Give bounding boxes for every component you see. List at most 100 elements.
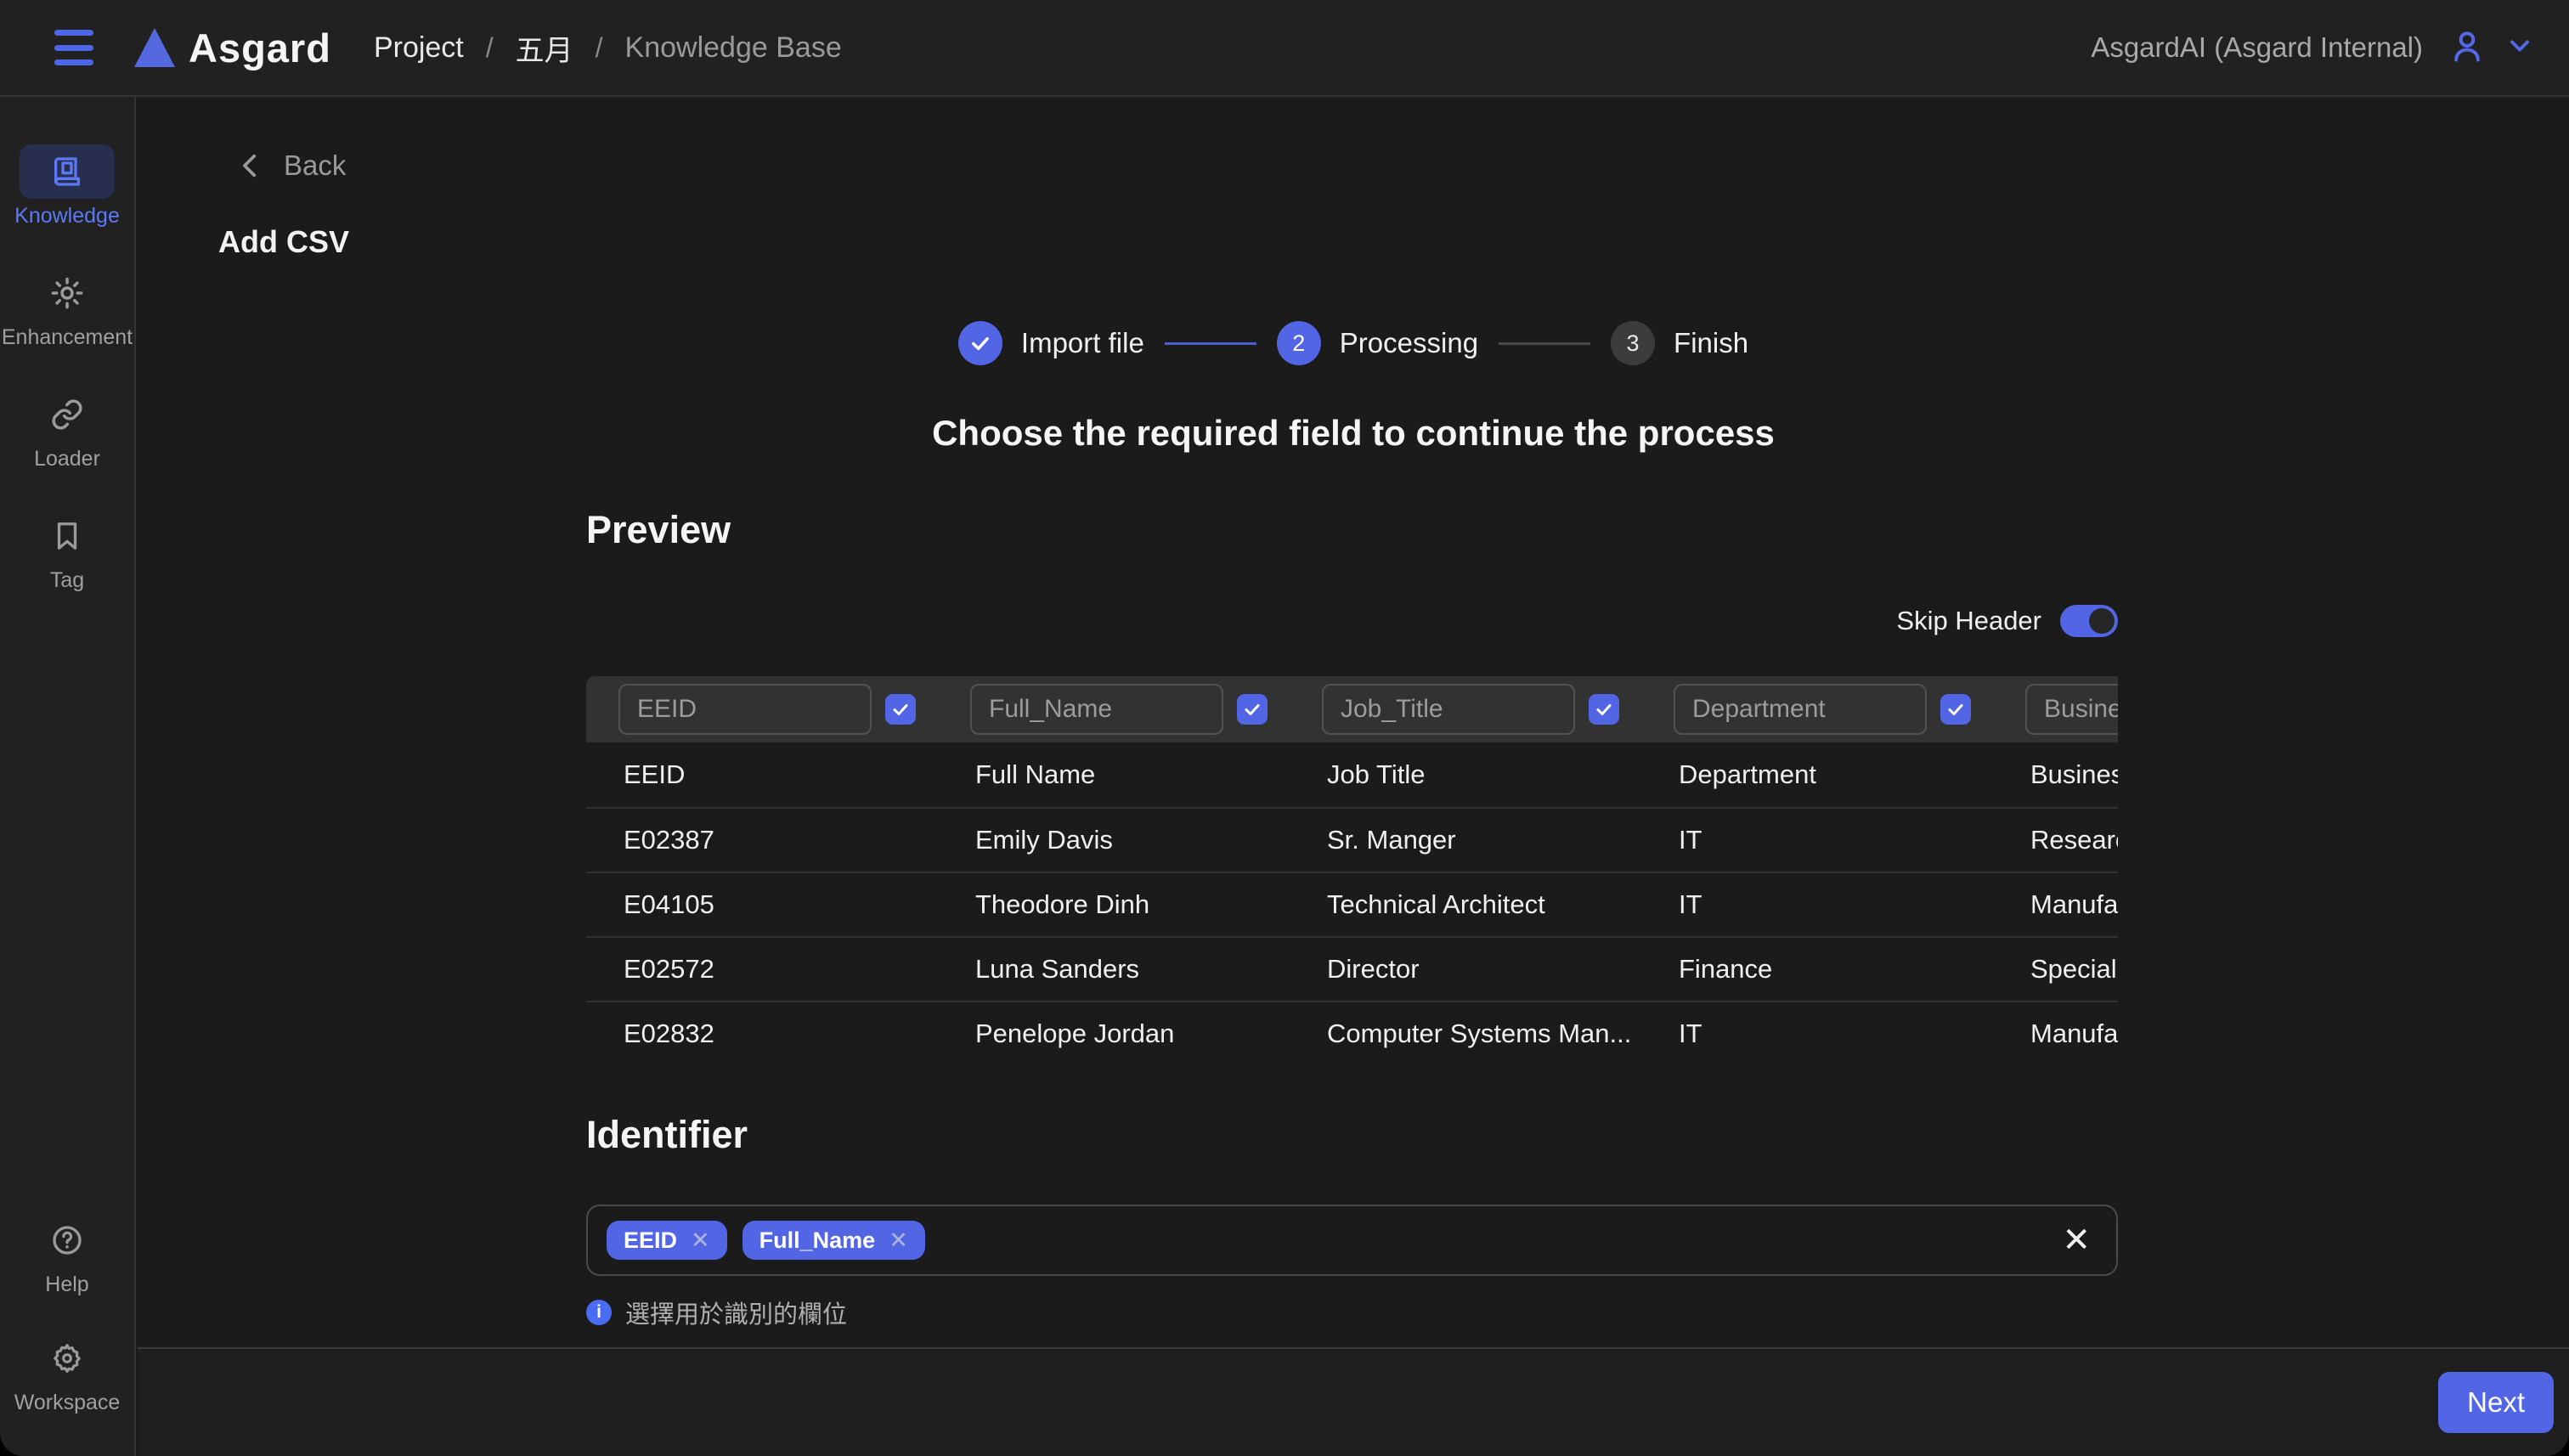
table-cell: Computer Systems Man... bbox=[1327, 1019, 1679, 1049]
preview-heading: Preview bbox=[586, 508, 2118, 552]
column-name-input[interactable] bbox=[1322, 684, 1575, 735]
user-icon[interactable] bbox=[2448, 27, 2486, 69]
step-label: Finish bbox=[1674, 327, 1748, 359]
table-cell: Research bbox=[2030, 825, 2118, 855]
column-name-input[interactable] bbox=[970, 684, 1223, 735]
table-row: E02832 Penelope Jordan Computer Systems … bbox=[586, 1001, 2118, 1065]
sidebar-item-loader[interactable]: Loader bbox=[0, 387, 134, 471]
step-connector bbox=[1499, 342, 1590, 345]
table-cell: Theodore Dinh bbox=[975, 889, 1327, 920]
chevron-left-icon bbox=[236, 151, 265, 180]
sidebar-item-tag[interactable]: Tag bbox=[0, 509, 134, 593]
identifier-chip: EEID ✕ bbox=[607, 1221, 727, 1260]
breadcrumb-knowledge-base: Knowledge Base bbox=[625, 31, 842, 65]
identifier-select[interactable]: EEID ✕ Full_Name ✕ ✕ bbox=[586, 1205, 2118, 1276]
table-cell: Technical Architect bbox=[1327, 889, 1679, 920]
skip-header-toggle[interactable] bbox=[2060, 605, 2118, 637]
sidebar-item-workspace[interactable]: Workspace bbox=[0, 1331, 134, 1415]
table-cell: Full Name bbox=[975, 759, 1327, 790]
clear-all-icon[interactable]: ✕ bbox=[2062, 1223, 2091, 1257]
chevron-down-icon[interactable] bbox=[2504, 31, 2535, 65]
breadcrumb-month[interactable]: 五月 bbox=[516, 27, 573, 69]
brand-logo[interactable]: Asgard bbox=[134, 25, 331, 71]
back-button[interactable]: Back bbox=[236, 150, 346, 182]
bookmark-icon bbox=[20, 509, 115, 563]
page-title: Add CSV bbox=[218, 224, 2569, 260]
app-window: Asgard Project / 五月 / Knowledge Base Asg… bbox=[0, 0, 2569, 1456]
column-name-input[interactable] bbox=[618, 684, 872, 735]
step-label: Import file bbox=[1021, 327, 1144, 359]
hamburger-menu-icon[interactable] bbox=[49, 28, 99, 67]
table-row: EEID Full Name Job Title Department Busi… bbox=[586, 742, 2118, 807]
table-cell: Speciality bbox=[2030, 954, 2118, 985]
step-processing: 2 Processing bbox=[1277, 321, 1478, 365]
preview-table: EEID Full Name Job Title Department Busi… bbox=[586, 676, 2118, 1065]
table-cell: EEID bbox=[624, 759, 975, 790]
account-label: AsgardAI (Asgard Internal) bbox=[2091, 31, 2423, 64]
step-finish: 3 Finish bbox=[1611, 321, 1748, 365]
identifier-hint: 選擇用於識別的欄位 bbox=[625, 1295, 847, 1330]
step-number: 2 bbox=[1277, 321, 1321, 365]
link-icon bbox=[20, 387, 115, 442]
headline: Choose the required field to continue th… bbox=[138, 413, 2569, 454]
sidebar-item-label: Tag bbox=[50, 568, 84, 593]
column-checkbox[interactable] bbox=[1940, 694, 1971, 725]
table-cell: Business bbox=[2030, 759, 2118, 790]
table-header-row bbox=[586, 676, 2118, 742]
table-cell: E02572 bbox=[624, 954, 975, 985]
question-icon bbox=[20, 1213, 115, 1267]
toggle-knob bbox=[2089, 608, 2114, 634]
column-checkbox[interactable] bbox=[1237, 694, 1268, 725]
step-number: 3 bbox=[1611, 321, 1655, 365]
table-cell: Emily Davis bbox=[975, 825, 1327, 855]
info-icon: i bbox=[586, 1300, 612, 1325]
table-row: E04105 Theodore Dinh Technical Architect… bbox=[586, 872, 2118, 936]
sidebar-item-label: Loader bbox=[34, 447, 100, 471]
sidebar-item-label: Enhancement bbox=[2, 325, 133, 350]
step-label: Processing bbox=[1340, 327, 1478, 359]
sidebar-item-label: Knowledge bbox=[14, 204, 120, 229]
back-label: Back bbox=[284, 150, 346, 182]
table-cell: E04105 bbox=[624, 889, 975, 920]
step-connector bbox=[1165, 342, 1256, 345]
table-cell: Department bbox=[1679, 759, 2030, 790]
sidebar-item-label: Help bbox=[45, 1273, 88, 1297]
chip-label: Full_Name bbox=[759, 1227, 876, 1254]
table-cell: E02832 bbox=[624, 1019, 975, 1049]
column-checkbox[interactable] bbox=[885, 694, 916, 725]
step-import-file: Import file bbox=[958, 321, 1144, 365]
topbar: Asgard Project / 五月 / Knowledge Base Asg… bbox=[0, 0, 2569, 97]
gear-icon bbox=[20, 1331, 115, 1385]
breadcrumb-project[interactable]: Project bbox=[374, 31, 464, 65]
column-name-input[interactable] bbox=[1674, 684, 1927, 735]
table-cell: Manufactu bbox=[2030, 1019, 2118, 1049]
next-button[interactable]: Next bbox=[2438, 1372, 2554, 1433]
table-cell: E02387 bbox=[624, 825, 975, 855]
chip-remove-icon[interactable]: ✕ bbox=[691, 1227, 710, 1254]
identifier-chip: Full_Name ✕ bbox=[742, 1221, 925, 1260]
column-checkbox[interactable] bbox=[1589, 694, 1619, 725]
chip-label: EEID bbox=[624, 1227, 677, 1254]
sidebar-item-help[interactable]: Help bbox=[0, 1213, 134, 1297]
identifier-heading: Identifier bbox=[586, 1113, 2118, 1157]
sidebar-item-enhancement[interactable]: Enhancement bbox=[0, 266, 134, 350]
table-cell: IT bbox=[1679, 1019, 2030, 1049]
skip-header-label: Skip Header bbox=[1896, 606, 2041, 636]
footer-bar: Next bbox=[138, 1347, 2569, 1456]
breadcrumb: Project / 五月 / Knowledge Base bbox=[374, 27, 842, 69]
sun-icon bbox=[20, 266, 115, 320]
sidebar-item-knowledge[interactable]: Knowledge bbox=[0, 144, 134, 229]
column-name-input[interactable] bbox=[2025, 684, 2118, 735]
table-cell: Finance bbox=[1679, 954, 2030, 985]
table-cell: Sr. Manger bbox=[1327, 825, 1679, 855]
table-row: E02572 Luna Sanders Director Finance Spe… bbox=[586, 936, 2118, 1001]
triangle-logo-icon bbox=[134, 28, 175, 67]
book-icon bbox=[20, 144, 115, 199]
stepper: Import file 2 Processing 3 Finish bbox=[138, 321, 2569, 365]
table-row: E02387 Emily Davis Sr. Manger IT Researc… bbox=[586, 807, 2118, 872]
step-check-icon bbox=[958, 321, 1002, 365]
chip-remove-icon[interactable]: ✕ bbox=[889, 1227, 908, 1254]
brand-name: Asgard bbox=[189, 25, 331, 71]
breadcrumb-separator: / bbox=[596, 32, 603, 64]
sidebar-item-label: Workspace bbox=[14, 1391, 121, 1415]
